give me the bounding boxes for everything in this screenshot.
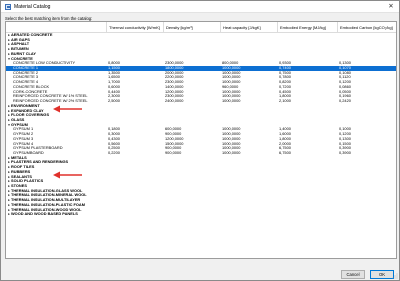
catalog-app-icon	[5, 4, 11, 10]
column-header-density[interactable]: Density [kg/m³]	[163, 22, 220, 33]
title-bar: Material Catalog ✕	[1, 1, 399, 13]
group-name: WOOD AND WOOD BASED PANELS	[11, 211, 78, 217]
column-header-thermal-conductivity[interactable]: Thermal conductivity [W/mK]	[106, 22, 163, 33]
column-header-heat-capacity[interactable]: Heat capacity [J/kgK]	[220, 22, 277, 33]
material-catalog-dialog: Material Catalog ✕ Select the best match…	[0, 0, 400, 281]
red-arrow-icon	[53, 105, 82, 113]
material-grid[interactable]: Thermal conductivity [W/mK] Density [kg/…	[5, 21, 397, 259]
column-header-embodied-carbon[interactable]: Embodied Carbon [kgCO₂/kg]	[337, 22, 396, 33]
ok-button[interactable]: OK	[370, 269, 394, 279]
cancel-button[interactable]: Cancel	[341, 269, 365, 279]
column-header-embodied-energy[interactable]: Embodied Energy [MJ/kg]	[277, 22, 337, 33]
close-icon[interactable]: ✕	[386, 3, 396, 11]
grid-rows: ▸ AERATED CONCRETE ▸ AIR GAPS ▸ ASPHALT ▸ BITUM…	[6, 32, 396, 217]
window-title: Material Catalog	[14, 4, 51, 11]
instructions-label: Select the best matching item from the c…	[5, 15, 93, 21]
red-arrow-icon	[53, 171, 82, 179]
catalog-group-row[interactable]: ▸ WOOD AND WOOD BASED PANELS	[6, 212, 396, 217]
resize-grip-icon[interactable]	[392, 273, 398, 279]
grid-header: Thermal conductivity [W/mK] Density [kg/…	[6, 22, 396, 33]
